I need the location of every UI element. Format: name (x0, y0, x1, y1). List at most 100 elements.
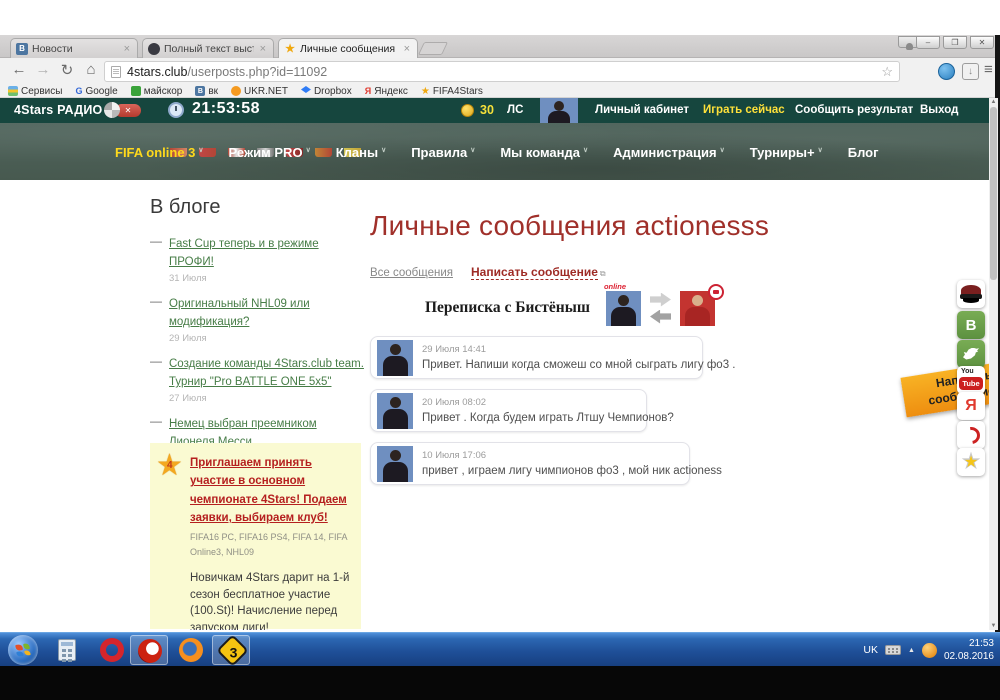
private-messages-link[interactable]: ЛС (507, 104, 523, 116)
close-button[interactable]: ✕ (970, 36, 994, 49)
menu-item-blog[interactable]: Блог (848, 145, 879, 160)
chevron-down-icon: ∨ (818, 146, 823, 154)
sender-avatar[interactable] (377, 340, 413, 376)
sender-avatar[interactable] (377, 393, 413, 429)
download-extension-icon[interactable]: ↓ (962, 63, 979, 80)
blog-post: — Создание команды 4Stars.club team. Тур… (150, 354, 364, 412)
radio-player-control[interactable]: ✕ (104, 102, 141, 118)
arrow-left-icon (650, 310, 671, 324)
play-now-link[interactable]: Играть сейчас (703, 104, 785, 116)
taskbar-firefox[interactable] (172, 635, 210, 665)
menu-item-turniry[interactable]: Турниры+∨ (750, 145, 823, 160)
report-result-link[interactable]: Сообщить результат (795, 104, 913, 116)
promo-text: Новичкам 4Stars дарит на 1-й сезон беспл… (190, 570, 352, 630)
all-messages-link[interactable]: Все сообщения (370, 267, 453, 279)
taskbar-red-app-active[interactable] (130, 635, 168, 665)
bookmark-yandex[interactable]: Я Яндекс (365, 86, 408, 97)
minimize-button[interactable]: – (916, 36, 940, 49)
start-button[interactable] (8, 635, 38, 665)
menu-label: Блог (848, 145, 879, 160)
tray-expand-icon[interactable]: ▲ (908, 647, 915, 654)
scroll-up-icon[interactable]: ▲ (989, 99, 998, 105)
tab-fulltext[interactable]: Полный текст выступ × (142, 38, 274, 58)
taskbar-opera[interactable] (93, 635, 131, 665)
page-scrollbar[interactable]: ▲ ▼ (989, 98, 998, 630)
youtube-icon[interactable]: You Tube (957, 366, 985, 394)
site-header: 4Stars РАДИО ✕ 21:53:58 30 ЛС Личный каб… (0, 98, 989, 123)
chevron-down-icon: ∨ (720, 146, 725, 154)
taskbar-calculator[interactable] (48, 635, 86, 665)
championship-promo-box: ★ 4 Приглашаем принять участие в основно… (150, 443, 361, 629)
star-icon: ★ (421, 86, 430, 97)
online-badge: online (604, 282, 626, 291)
bookmark-vk[interactable]: В вк (195, 86, 218, 97)
tab-close-icon[interactable]: × (258, 43, 268, 55)
back-button[interactable]: ← (8, 61, 30, 78)
menu-item-pravila[interactable]: Правила∨ (411, 145, 475, 160)
calculator-icon (58, 639, 76, 661)
address-bar[interactable]: 4stars.club /userposts.php?id=11092 ☆ (104, 61, 900, 82)
restore-button[interactable]: ❐ (943, 36, 967, 49)
tab-private-messages[interactable]: ★ Личные сообщения actio × (278, 38, 418, 58)
person-icon (906, 43, 913, 50)
write-message-link[interactable]: Написать сообщение (471, 265, 598, 280)
cabinet-link[interactable]: Личный кабинет (595, 104, 689, 116)
own-avatar[interactable]: online (606, 291, 641, 326)
yandex-icon: Я (365, 86, 371, 96)
windows-flag-icon (15, 643, 31, 657)
partner-avatar[interactable] (680, 291, 715, 326)
tray-orange-app-icon[interactable] (922, 643, 937, 658)
tab-label: Личные сообщения actio (300, 43, 398, 55)
message-card: 10 Июля 17:06 привет , играем лигу чимпи… (370, 442, 690, 485)
bookmark-ukrnet[interactable]: UKR.NET (231, 86, 288, 97)
conversation-header: Переписка с Бистёныш online (425, 289, 790, 327)
menu-label: Режим PRO (229, 145, 303, 160)
twitter-icon[interactable] (957, 340, 985, 368)
menu-item-rezhim-pro[interactable]: Режим PRO∨ (229, 145, 311, 160)
scrollbar-thumb[interactable] (990, 107, 997, 280)
yandex-social-icon[interactable]: Я (957, 392, 985, 420)
officer-cap-icon[interactable] (957, 280, 985, 308)
blog-post-link[interactable]: Создание команды 4Stars.club team. Турни… (169, 358, 364, 388)
keyboard-icon[interactable] (885, 645, 901, 655)
bookmark-services[interactable]: Сервисы (8, 86, 62, 97)
user-avatar[interactable] (540, 98, 578, 123)
new-tab-button[interactable] (418, 42, 448, 55)
bookmark-myscore[interactable]: майскор (131, 86, 183, 97)
arrow-right-icon (650, 293, 671, 307)
menu-item-administracia[interactable]: Администрация∨ (613, 145, 725, 160)
blog-post-link[interactable]: Fast Cup теперь и в режиме ПРОФИ! (169, 238, 319, 268)
promo-headline-link[interactable]: Приглашаем принять участие в основном че… (190, 457, 347, 524)
football-boot-icon[interactable] (957, 421, 985, 449)
desktop-screen: В Новости × Полный текст выступ × ★ Личн… (0, 0, 1000, 700)
refresh-button[interactable]: ↻ (56, 61, 78, 79)
chrome-menu-icon[interactable]: ≡ (984, 61, 993, 78)
bookmark-label: вк (208, 86, 218, 97)
tab-close-icon[interactable]: × (122, 43, 132, 55)
extension-blue-icon[interactable] (938, 63, 955, 80)
tab-news[interactable]: В Новости × (10, 38, 138, 58)
bookmark-google[interactable]: G Google (75, 86, 117, 97)
tray-clock[interactable]: 21:53 02.08.2016 (944, 637, 994, 664)
home-button[interactable]: ⌂ (80, 61, 102, 78)
forward-button[interactable]: → (32, 61, 54, 78)
youtube-tube-text: Tube (959, 377, 983, 390)
logout-link[interactable]: Выход (920, 104, 958, 116)
language-indicator[interactable]: UK (863, 644, 878, 656)
sender-avatar[interactable] (377, 446, 413, 482)
menu-item-fifa-online-3[interactable]: FIFA online 3∨ (115, 145, 204, 160)
menu-item-klany[interactable]: Кланы∨ (336, 145, 387, 160)
taskbar-app3-active[interactable]: 3 (212, 635, 250, 665)
menu-item-my-komanda[interactable]: Мы команда∨ (500, 145, 588, 160)
bookmark-dropbox[interactable]: Dropbox (301, 86, 352, 97)
tab-close-icon[interactable]: × (402, 43, 412, 55)
bookmark-star-icon[interactable]: ☆ (881, 64, 893, 80)
vk-social-icon[interactable]: В (957, 311, 985, 339)
4stars-social-icon[interactable]: ★ ★ (957, 448, 985, 476)
bookmark-fifa4stars[interactable]: ★ FIFA4Stars (421, 86, 483, 97)
page-viewport: 4Stars РАДИО ✕ 21:53:58 30 ЛС Личный каб… (0, 98, 998, 630)
message-text: Привет. Напиши когда сможеш со мной сыгр… (422, 359, 696, 371)
blog-post-link[interactable]: Оригинальный NHL09 или модификация? (169, 298, 310, 328)
scroll-down-icon[interactable]: ▼ (989, 623, 998, 629)
tab-label: Полный текст выступ (164, 43, 254, 55)
